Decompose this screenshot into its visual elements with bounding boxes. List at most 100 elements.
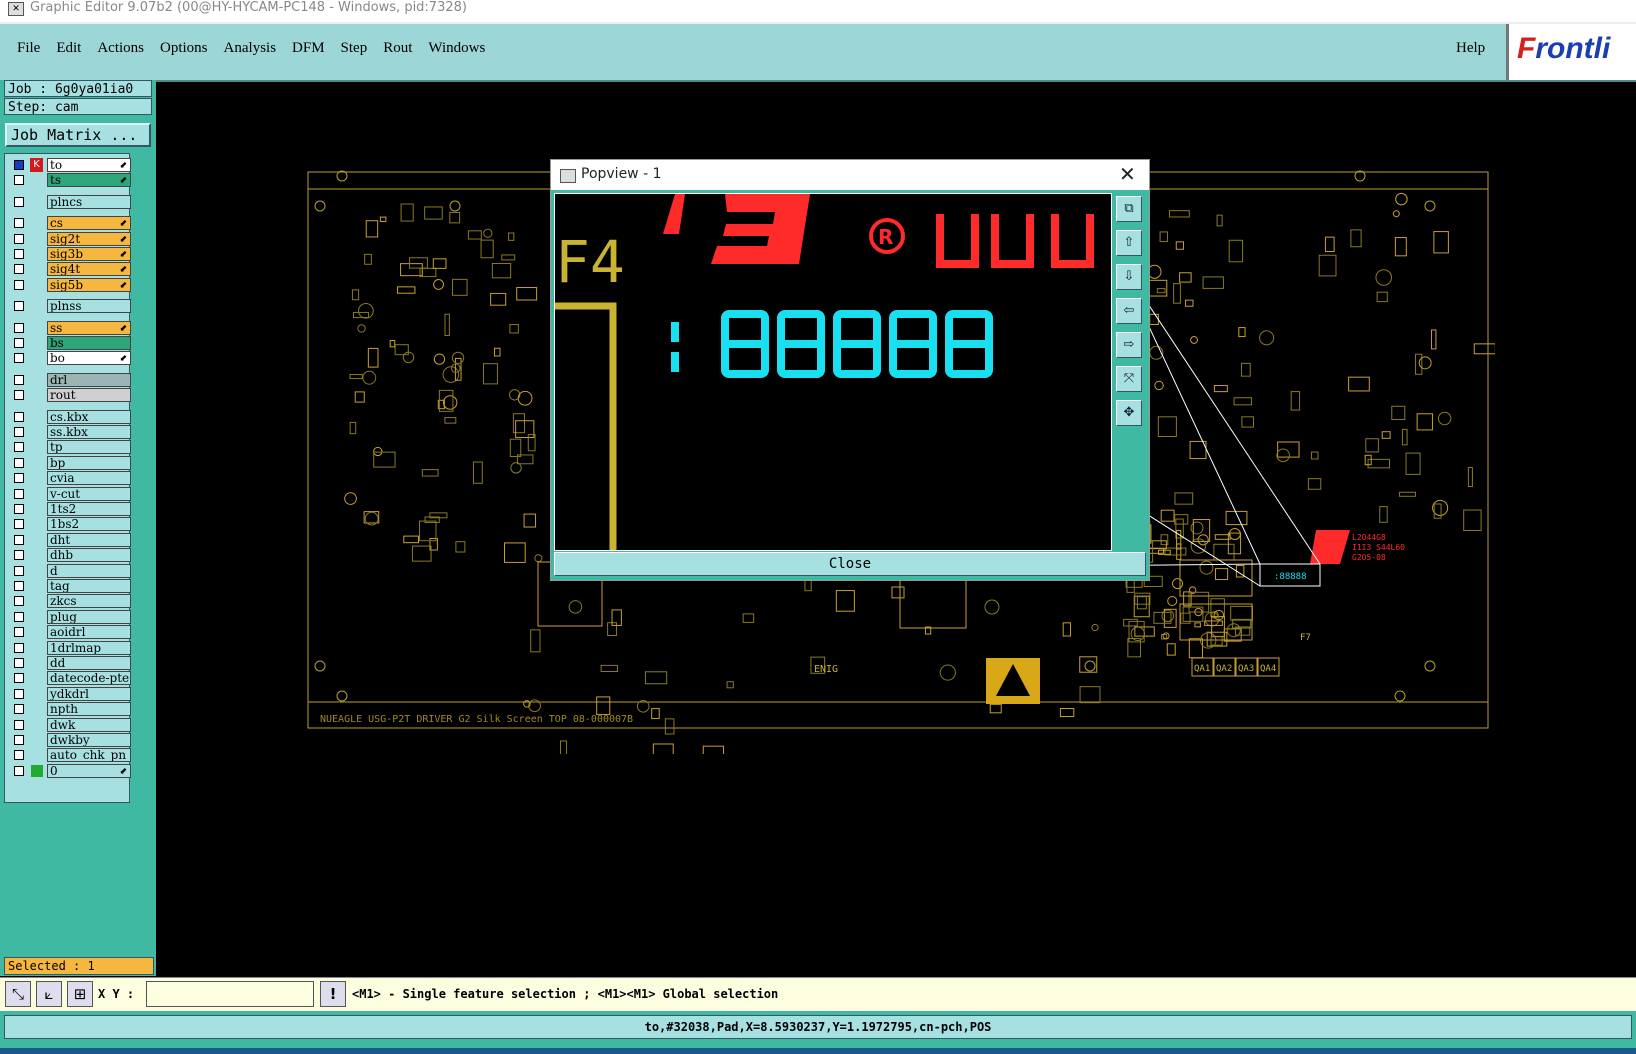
layer-row[interactable]: plug xyxy=(9,609,131,624)
layer-checkbox[interactable] xyxy=(14,673,24,684)
layer-name[interactable]: ts ⬋ xyxy=(47,173,131,188)
zoom-out-icon[interactable]: ✥ xyxy=(1116,400,1142,426)
layer-name[interactable]: plug xyxy=(47,609,131,624)
layer-name[interactable]: v-cut xyxy=(47,486,131,501)
layer-checkbox[interactable] xyxy=(14,301,24,312)
layer-checkbox[interactable] xyxy=(14,322,24,333)
layer-row[interactable]: cs.kbx xyxy=(9,409,131,424)
job-matrix-button[interactable]: Job Matrix ... xyxy=(5,123,151,147)
layer-checkbox[interactable] xyxy=(14,596,24,607)
layer-checkbox[interactable] xyxy=(14,504,24,514)
layer-checkbox[interactable] xyxy=(14,196,24,207)
layer-name[interactable]: npth xyxy=(47,702,131,717)
layer-name[interactable]: cvia xyxy=(47,471,131,486)
layer-row[interactable]: sig3b ⬋ xyxy=(9,247,131,261)
layer-checkbox[interactable] xyxy=(14,427,24,437)
layer-checkbox[interactable] xyxy=(14,175,24,186)
layer-checkbox[interactable] xyxy=(14,550,24,561)
layer-row[interactable]: rout xyxy=(9,388,131,403)
layer-name[interactable]: sig2t ⬋ xyxy=(47,231,131,246)
layer-row[interactable]: 1bs2 xyxy=(9,517,131,532)
menu-edit[interactable]: Edit xyxy=(56,40,81,57)
layer-row[interactable]: v-cut xyxy=(9,486,131,501)
layer-row[interactable]: dhb xyxy=(9,548,131,563)
layer-name[interactable]: sig5b ⬋ xyxy=(47,277,131,292)
layer-checkbox[interactable] xyxy=(14,442,24,453)
layer-row[interactable]: bs xyxy=(9,336,131,350)
pan-up-icon[interactable]: ⇧ xyxy=(1116,230,1142,256)
layer-checkbox[interactable] xyxy=(14,457,24,468)
menu-help[interactable]: Help xyxy=(1456,40,1485,57)
layer-row[interactable]: datecode-pte xyxy=(9,671,131,686)
pan-right-icon[interactable]: ⇨ xyxy=(1116,332,1142,358)
layer-name[interactable]: d xyxy=(47,563,131,578)
menu-rout[interactable]: Rout xyxy=(383,40,412,57)
menu-options[interactable]: Options xyxy=(160,40,208,57)
close-button[interactable]: Close xyxy=(554,552,1146,576)
layer-checkbox[interactable] xyxy=(14,765,24,776)
pan-left-icon[interactable]: ⇦ xyxy=(1116,298,1142,324)
layer-checkbox[interactable] xyxy=(14,658,24,668)
layer-row[interactable]: ydkdrl xyxy=(9,686,131,701)
layer-name[interactable]: dht xyxy=(47,532,131,547)
layer-checkbox[interactable] xyxy=(14,353,24,364)
layer-name[interactable]: zkcs xyxy=(47,594,131,609)
layer-name[interactable]: plncs xyxy=(47,194,131,209)
layer-checkbox[interactable] xyxy=(14,488,24,499)
layer-checkbox[interactable] xyxy=(14,160,24,170)
layer-name[interactable]: 1drlmap xyxy=(47,640,131,655)
layer-checkbox[interactable] xyxy=(14,390,24,401)
layer-name[interactable]: bs xyxy=(47,336,131,350)
layer-name[interactable]: ss.kbx xyxy=(47,425,131,439)
layer-name[interactable]: cs ⬋ xyxy=(47,216,131,231)
layer-checkbox[interactable] xyxy=(14,218,24,229)
menu-windows[interactable]: Windows xyxy=(428,40,485,57)
alert-icon[interactable]: ! xyxy=(320,981,346,1007)
layer-row[interactable]: Kto ⬋ xyxy=(9,158,131,172)
menu-file[interactable]: File xyxy=(17,40,40,57)
layer-checkbox[interactable] xyxy=(14,719,24,730)
layer-checkbox[interactable] xyxy=(14,735,24,745)
layer-name[interactable]: auto_chk_pn xyxy=(47,748,131,763)
layer-row[interactable]: ss ⬋ xyxy=(9,320,131,335)
layer-row[interactable]: dht xyxy=(9,532,131,547)
layer-name[interactable]: dd xyxy=(47,656,131,670)
layer-row[interactable]: tp xyxy=(9,440,131,455)
layer-row[interactable]: zkcs xyxy=(9,594,131,609)
layer-row[interactable]: tag xyxy=(9,579,131,593)
menu-step[interactable]: Step xyxy=(341,40,368,57)
layer-row[interactable]: ts ⬋ xyxy=(9,173,131,188)
popview-canvas[interactable]: R F4 xyxy=(554,193,1112,551)
layer-name[interactable]: dwk xyxy=(47,717,131,732)
layer-row[interactable]: sig5b ⬋ xyxy=(9,277,131,292)
grid-icon[interactable]: ⊞ xyxy=(67,981,93,1007)
layer-name[interactable]: tp xyxy=(47,440,131,455)
layer-name[interactable]: 1ts2 xyxy=(47,502,131,516)
layer-checkbox[interactable] xyxy=(14,374,24,385)
layer-row[interactable]: d xyxy=(9,563,131,578)
layer-row[interactable]: plnss xyxy=(9,299,131,314)
menu-analysis[interactable]: Analysis xyxy=(224,40,277,57)
layer-name[interactable]: tag xyxy=(47,579,131,593)
layer-name[interactable]: to ⬋ xyxy=(47,158,131,172)
xy-input[interactable] xyxy=(146,981,314,1007)
layer-row[interactable]: dwkby xyxy=(9,733,131,747)
layer-row[interactable]: dd xyxy=(9,656,131,670)
layer-checkbox[interactable] xyxy=(14,581,24,591)
layer-name[interactable]: sig3b ⬋ xyxy=(47,247,131,261)
layer-row[interactable]: aoidrl xyxy=(9,625,131,640)
layer-checkbox[interactable] xyxy=(14,279,24,290)
layer-checkbox[interactable] xyxy=(14,750,24,761)
layer-row[interactable]: cvia xyxy=(9,471,131,486)
layer-name[interactable]: plnss xyxy=(47,299,131,314)
layer-row[interactable]: bo ⬋ xyxy=(9,351,131,366)
layer-name[interactable]: cs.kbx xyxy=(47,409,131,424)
layer-row[interactable]: sig4t ⬋ xyxy=(9,262,131,277)
layer-checkbox[interactable] xyxy=(14,642,24,653)
layer-checkbox[interactable] xyxy=(14,233,24,244)
layer-name[interactable]: ydkdrl xyxy=(47,686,131,701)
layer-row[interactable]: 1drlmap xyxy=(9,640,131,655)
layer-row[interactable]: auto_chk_pn xyxy=(9,748,131,763)
menu-actions[interactable]: Actions xyxy=(97,40,144,57)
layer-row[interactable]: 1ts2 xyxy=(9,502,131,516)
